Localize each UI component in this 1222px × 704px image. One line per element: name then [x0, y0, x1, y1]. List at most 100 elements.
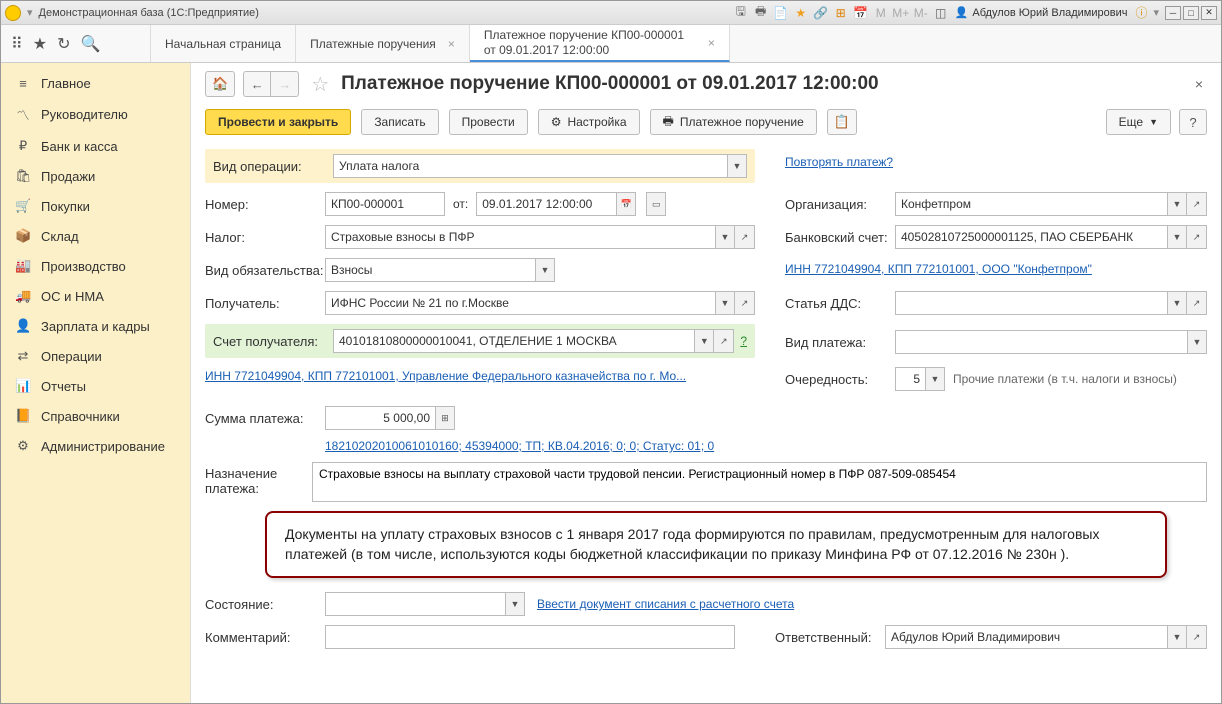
print-icon[interactable]: 🖶: [753, 5, 769, 21]
dropdown-button[interactable]: ▼: [925, 367, 945, 391]
operation-type-input[interactable]: [333, 154, 727, 178]
save-button[interactable]: Записать: [361, 109, 438, 135]
m-plus-icon[interactable]: M+: [893, 5, 909, 21]
close-tab-icon[interactable]: ×: [448, 37, 455, 51]
open-button[interactable]: ↗: [735, 291, 755, 315]
open-button[interactable]: ↗: [1187, 225, 1207, 249]
sidebar-item-purchases[interactable]: 🛒Покупки: [1, 191, 190, 221]
account-hint-link[interactable]: ?: [740, 334, 747, 348]
sidebar-item-main[interactable]: ≡Главное: [1, 69, 190, 98]
history-icon[interactable]: ↻: [57, 34, 70, 54]
close-tab-icon[interactable]: ×: [708, 36, 715, 50]
tab-list[interactable]: Платежные поручения×: [296, 25, 470, 62]
dropdown-button[interactable]: ▼: [715, 225, 735, 249]
sidebar-item-sales[interactable]: 🛍Продажи: [1, 161, 190, 191]
enter-writeoff-link[interactable]: Ввести документ списания с расчетного сч…: [537, 597, 794, 611]
sidebar-item-manager[interactable]: 〽Руководителю: [1, 98, 190, 131]
close-document-button[interactable]: ×: [1191, 72, 1207, 96]
sidebar-item-warehouse[interactable]: 📦Склад: [1, 221, 190, 251]
org-input[interactable]: [895, 192, 1167, 216]
dropdown-button[interactable]: ▼: [727, 154, 747, 178]
tax-input[interactable]: [325, 225, 715, 249]
arrow-down-icon[interactable]: ▾: [27, 6, 33, 19]
status-input[interactable]: [325, 592, 505, 616]
minimize-button[interactable]: ─: [1165, 6, 1181, 20]
bank-account-input[interactable]: [895, 225, 1167, 249]
forward-button[interactable]: →: [271, 71, 299, 97]
responsible-input[interactable]: [885, 625, 1167, 649]
calendar-icon[interactable]: 📅: [853, 5, 869, 21]
dropdown-button[interactable]: ▼: [715, 291, 735, 315]
link-icon[interactable]: 🔗: [813, 5, 829, 21]
star-icon[interactable]: ★: [793, 5, 809, 21]
favorite-icon[interactable]: ★: [33, 34, 47, 54]
sidebar-item-assets[interactable]: 🚚ОС и НМА: [1, 281, 190, 311]
m-icon[interactable]: M: [873, 5, 889, 21]
dropdown-button[interactable]: ▼: [1167, 625, 1187, 649]
dropdown-button[interactable]: ▼: [1167, 192, 1187, 216]
purpose-textarea[interactable]: [312, 462, 1207, 502]
date-input[interactable]: [476, 192, 616, 216]
dropdown-button[interactable]: ▼: [1167, 291, 1187, 315]
doc-icon[interactable]: 📄: [773, 5, 789, 21]
repeat-payment-link[interactable]: Повторять платеж?: [785, 155, 893, 169]
close-button[interactable]: ✕: [1201, 6, 1217, 20]
sidebar-item-catalogs[interactable]: 📙Справочники: [1, 401, 190, 431]
open-button[interactable]: ↗: [735, 225, 755, 249]
search-icon[interactable]: 🔍: [80, 34, 100, 54]
grid-icon[interactable]: ⠿: [11, 34, 23, 54]
dropdown-button[interactable]: ▼: [694, 329, 714, 353]
settings-button[interactable]: ⚙Настройка: [538, 109, 640, 135]
m-minus-icon[interactable]: M-: [913, 5, 929, 21]
sidebar-item-reports[interactable]: 📊Отчеты: [1, 371, 190, 401]
home-button[interactable]: 🏠: [205, 71, 235, 97]
calc-icon[interactable]: ⊞: [833, 5, 849, 21]
open-button[interactable]: ↗: [1187, 625, 1207, 649]
dds-input[interactable]: [895, 291, 1167, 315]
ruble-icon: ₽: [15, 138, 31, 154]
star-outline-icon[interactable]: ☆: [311, 72, 329, 97]
info-icon[interactable]: ⓘ: [1133, 5, 1149, 21]
info-callout: Документы на уплату страховых взносов с …: [265, 511, 1167, 578]
recipient-input[interactable]: [325, 291, 715, 315]
dropdown-icon[interactable]: ▾: [1153, 6, 1159, 19]
comment-input[interactable]: [325, 625, 735, 649]
open-button[interactable]: ↗: [1187, 192, 1207, 216]
calculator-button[interactable]: ⊞: [435, 406, 455, 430]
back-button[interactable]: ←: [243, 71, 271, 97]
payment-type-input[interactable]: [895, 330, 1187, 354]
user-badge[interactable]: 👤 Абдулов Юрий Владимирович: [955, 6, 1128, 19]
print-form-button[interactable]: 🖶Платежное поручение: [650, 109, 817, 135]
payer-details-link[interactable]: ИНН 7721049904, КПП 772101001, ООО "Конф…: [785, 262, 1092, 276]
sidebar-item-bank[interactable]: ₽Банк и касса: [1, 131, 190, 161]
kbk-details-link[interactable]: 18210202010061010160; 45394000; ТП; КВ.0…: [325, 439, 714, 453]
maximize-button[interactable]: □: [1183, 6, 1199, 20]
panel-icon[interactable]: ◫: [933, 5, 949, 21]
save-icon[interactable]: 🖫: [733, 5, 749, 21]
post-and-close-button[interactable]: Провести и закрыть: [205, 109, 351, 135]
tab-document[interactable]: Платежное поручение КП00-000001 от 09.01…: [470, 25, 730, 62]
help-button[interactable]: ?: [1179, 109, 1207, 135]
attach-button[interactable]: 📋: [827, 109, 857, 135]
posted-indicator-icon[interactable]: ▭: [646, 192, 666, 216]
treasury-details-link[interactable]: ИНН 7721049904, КПП 772101001, Управлени…: [205, 369, 686, 383]
dropdown-button[interactable]: ▼: [535, 258, 555, 282]
sidebar-item-operations[interactable]: ⇄Операции: [1, 341, 190, 371]
open-button[interactable]: ↗: [1187, 291, 1207, 315]
dropdown-button[interactable]: ▼: [1187, 330, 1207, 354]
calendar-button[interactable]: 📅: [616, 192, 636, 216]
sidebar-item-production[interactable]: 🏭Производство: [1, 251, 190, 281]
recipient-account-input[interactable]: [333, 329, 694, 353]
number-input[interactable]: [325, 192, 445, 216]
sidebar-item-payroll[interactable]: 👤Зарплата и кадры: [1, 311, 190, 341]
dropdown-button[interactable]: ▼: [1167, 225, 1187, 249]
open-button[interactable]: ↗: [714, 329, 734, 353]
amount-input[interactable]: [325, 406, 435, 430]
more-button[interactable]: Еще▼: [1106, 109, 1171, 135]
obligation-input[interactable]: [325, 258, 535, 282]
tab-start[interactable]: Начальная страница: [151, 25, 296, 62]
dropdown-button[interactable]: ▼: [505, 592, 525, 616]
sidebar-item-admin[interactable]: ⚙Администрирование: [1, 431, 190, 461]
post-button[interactable]: Провести: [449, 109, 528, 135]
priority-input[interactable]: [895, 367, 925, 391]
